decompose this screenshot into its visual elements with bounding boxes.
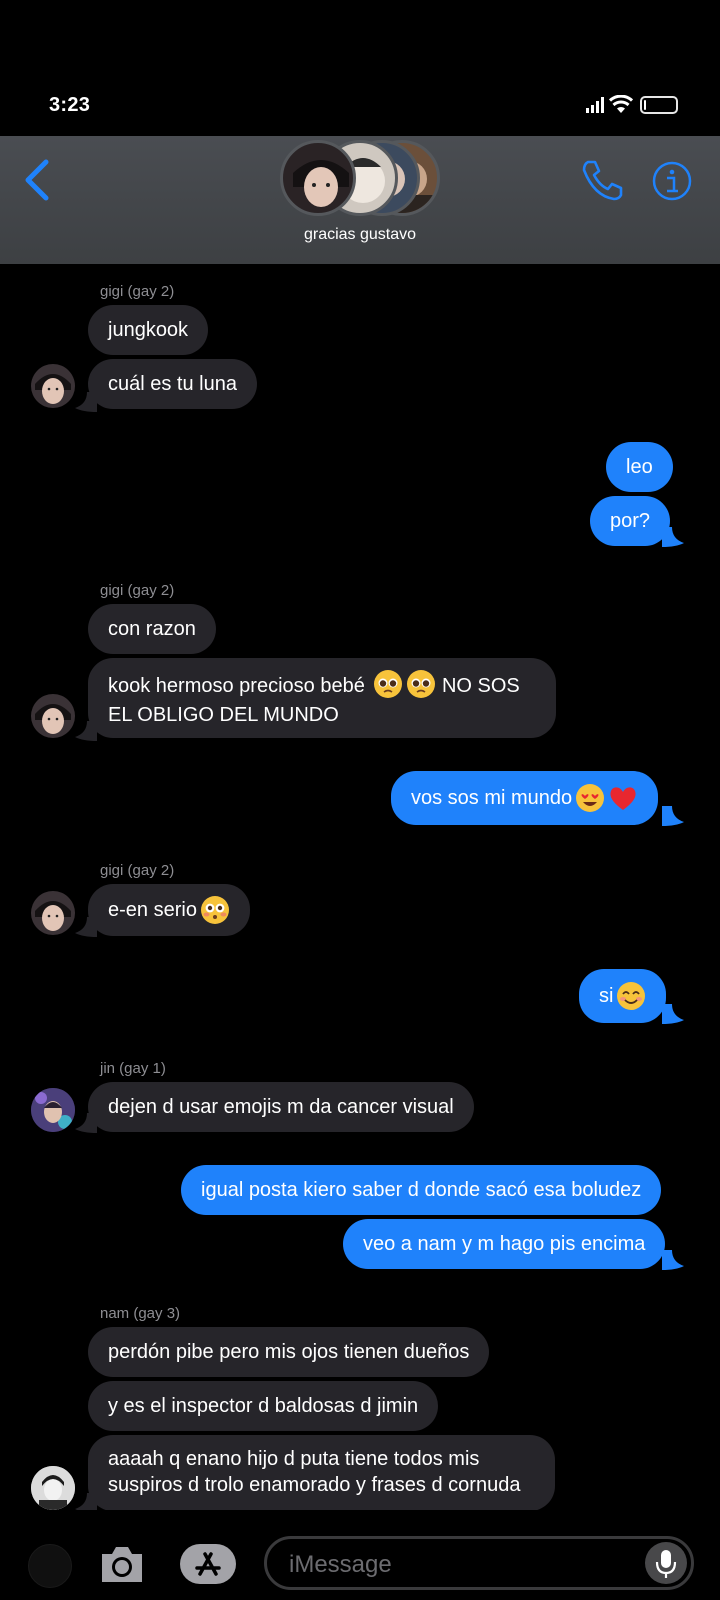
bubble-tail [662,806,684,826]
message-text: NO SOS [441,675,520,697]
avatar[interactable] [31,1088,75,1132]
sender-name: gigi (gay 2) [100,862,175,879]
message-line: aaaah q enano hijo d puta tiene todos mi… [108,1448,480,1470]
sender-name: jin (gay 1) [100,1060,166,1077]
message-line: suspiros d trolo enamorado y frases d co… [108,1474,521,1496]
smiling-face-emoji [617,982,646,1010]
message-text: e-en serio [108,899,197,921]
message-line: kook hermoso precioso bebé NO SOS [108,669,536,699]
message-text: por? [610,510,651,532]
group-name[interactable]: gracias gustavo [0,226,720,244]
incoming-message[interactable]: jungkook [88,305,209,355]
status-time: 3:23 [49,94,91,116]
bubble-tail [75,721,97,741]
bubble-tail [75,392,97,412]
pleading-face-emoji [374,670,403,698]
camera-icon[interactable] [98,1542,146,1586]
red-heart-emoji [610,787,636,810]
message-input[interactable]: iMessage [264,1536,694,1590]
incoming-message[interactable]: kook hermoso precioso bebé NO SOS EL OBL… [88,658,556,738]
message-text: con razon [108,618,196,640]
incoming-message[interactable]: perdón pibe pero mis ojos tienen dueños [88,1327,490,1377]
message-text: veo a nam y m hago pis encima [363,1233,646,1255]
avatar[interactable] [31,694,75,738]
outgoing-message[interactable]: igual posta kiero saber d donde sacó esa… [181,1165,662,1215]
avatar[interactable] [31,891,75,935]
bubble-tail [662,1004,684,1024]
composer-bar: iMessage [0,1510,720,1600]
incoming-message[interactable]: aaaah q enano hijo d puta tiene todos mi… [88,1435,555,1511]
incoming-message[interactable]: con razon [88,604,216,654]
cellular-signal-icon [586,97,604,113]
bubble-tail [662,527,684,547]
message-text: EL OBLIGO DEL MUNDO [108,704,339,726]
message-text: kook hermoso precioso bebé [108,675,365,697]
group-avatars[interactable] [280,140,440,216]
avatar [280,140,356,216]
microphone-button[interactable] [645,1542,687,1584]
message-text: cuál es tu luna [108,373,237,395]
outgoing-message[interactable]: veo a nam y m hago pis encima [343,1219,666,1269]
outgoing-message[interactable]: por? [590,496,671,546]
message-text: y es el inspector d baldosas d jimin [108,1395,419,1417]
message-line: EL OBLIGO DEL MUNDO [108,702,536,728]
app-store-icon[interactable] [178,1542,238,1586]
bubble-tail [662,1250,684,1270]
app-drawer-button[interactable] [28,1544,72,1588]
incoming-message[interactable]: dejen d usar emojis m da cancer visual [88,1082,474,1132]
phone-icon[interactable] [580,158,624,202]
message-text: vos sos mi mundo [411,787,573,809]
sender-name: gigi (gay 2) [100,582,175,599]
message-text: dejen d usar emojis m da cancer visual [108,1096,454,1118]
message-text: leo [626,456,653,478]
sender-name: gigi (gay 2) [100,283,175,300]
status-bar: 3:23 [0,0,720,136]
pleading-face-emoji [407,670,436,698]
avatar[interactable] [31,1466,75,1510]
info-icon[interactable] [652,161,692,201]
microphone-icon [655,1550,677,1578]
sender-name: nam (gay 3) [100,1305,181,1322]
outgoing-message[interactable]: si [579,969,667,1023]
battery-icon [640,96,678,114]
message-text: igual posta kiero saber d donde sacó esa… [201,1179,642,1201]
message-text: jungkook [108,319,189,341]
outgoing-message[interactable]: leo [606,442,673,492]
flushed-face-emoji [200,896,229,924]
incoming-message[interactable]: y es el inspector d baldosas d jimin [88,1381,439,1431]
back-chevron-icon[interactable] [22,158,52,202]
incoming-message[interactable]: e-en serio [88,884,250,936]
message-input-placeholder: iMessage [289,1551,392,1578]
heart-eyes-emoji [576,784,605,812]
message-text: si [599,985,614,1007]
bubble-tail [75,917,97,937]
conversation-header: gracias gustavo [0,136,720,264]
wifi-icon [609,95,633,113]
bubble-tail [75,1113,97,1133]
incoming-message[interactable]: cuál es tu luna [88,359,257,409]
message-text: perdón pibe pero mis ojos tienen dueños [108,1341,470,1363]
avatar[interactable] [31,364,75,408]
outgoing-message[interactable]: vos sos mi mundo [391,771,659,825]
